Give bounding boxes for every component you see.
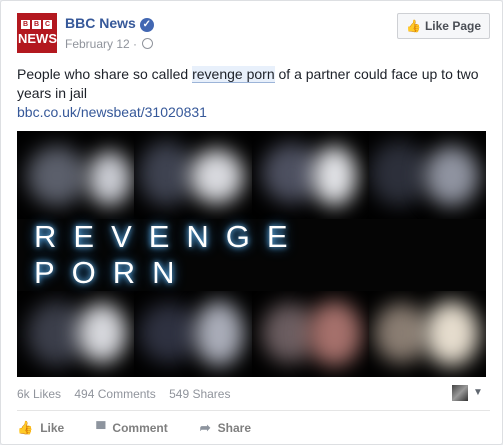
likes-count[interactable]: 6k Likes	[17, 387, 61, 401]
bbc-logo: B B C	[21, 20, 52, 29]
post-header: B B C NEWS BBC News ✓ February 12 · 👍 Like…	[17, 13, 490, 55]
divider	[17, 410, 490, 411]
like-page-button[interactable]: 👍 Like Page	[397, 13, 490, 39]
page-name-link[interactable]: BBC News ✓	[65, 15, 154, 32]
hashtag-link[interactable]: revenge porn	[192, 66, 275, 83]
post-text-part: People who share so called	[17, 66, 193, 82]
chevron-down-icon: ▼	[473, 387, 483, 398]
blurred-face	[134, 131, 251, 219]
blurred-face	[368, 131, 486, 219]
image-title: REVENGE PORN	[34, 219, 305, 290]
thumbs-up-icon: 👍	[17, 420, 34, 435]
post-date[interactable]: February 12	[65, 37, 130, 51]
blurred-faces-bottom	[17, 291, 486, 377]
viewer-avatar	[452, 385, 468, 401]
post-stats: 6k Likes 494 Comments 549 Shares ▼	[17, 385, 490, 403]
share-icon: ➦	[199, 420, 211, 435]
post-text: People who share so called revenge porn …	[17, 65, 487, 103]
comment-icon: ▀	[96, 420, 106, 436]
post-actions: 👍 Like ▀ Comment ➦ Share	[17, 417, 490, 439]
shares-count[interactable]: 549 Shares	[169, 387, 230, 401]
post-link[interactable]: bbc.co.uk/newsbeat/31020831	[17, 104, 207, 120]
globe-icon[interactable]	[142, 38, 154, 49]
thumbs-up-icon: 👍	[406, 19, 421, 33]
bbc-logo-letter: B	[32, 20, 41, 29]
like-button[interactable]: 👍 Like	[17, 417, 64, 439]
blurred-face	[252, 291, 369, 377]
page-avatar[interactable]: B B C NEWS	[17, 13, 57, 53]
blurred-face	[134, 291, 251, 377]
meta-separator: ·	[133, 37, 138, 51]
comment-label: Comment	[112, 421, 168, 435]
blurred-face	[369, 291, 486, 377]
blurred-face	[17, 131, 134, 219]
blurred-face	[252, 131, 369, 219]
share-label: Share	[217, 421, 252, 435]
bbc-logo-letter: B	[21, 20, 30, 29]
like-page-label: Like Page	[424, 19, 481, 33]
blurred-faces-top	[17, 131, 486, 219]
page-name[interactable]: BBC News	[65, 15, 136, 31]
comment-button[interactable]: ▀ Comment	[96, 417, 168, 439]
verified-badge-icon: ✓	[139, 18, 154, 32]
post-image[interactable]: REVENGE PORN	[17, 131, 486, 377]
post-meta: February 12 ·	[65, 37, 154, 51]
image-banner: REVENGE PORN	[17, 219, 486, 291]
post-card: B B C NEWS BBC News ✓ February 12 · 👍 Like…	[0, 0, 503, 445]
viewer-selector[interactable]: ▼	[452, 385, 490, 403]
share-button[interactable]: ➦ Share	[200, 417, 251, 439]
comments-count[interactable]: 494 Comments	[74, 387, 155, 401]
like-label: Like	[40, 421, 65, 435]
bbc-logo-letter: C	[43, 20, 52, 29]
blurred-face	[17, 291, 134, 377]
avatar-news-text: NEWS	[18, 31, 57, 46]
